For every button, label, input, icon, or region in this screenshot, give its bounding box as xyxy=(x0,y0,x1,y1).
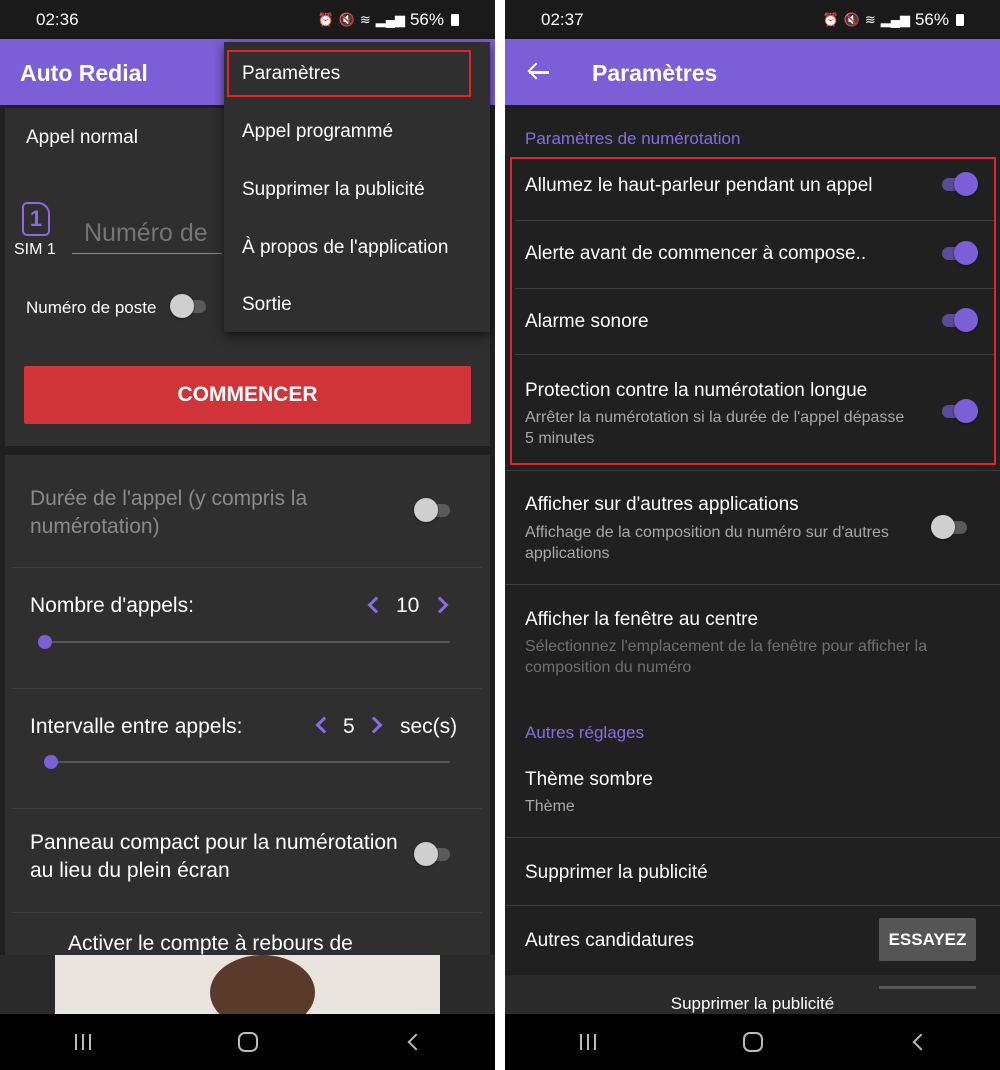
call-count-slider-thumb[interactable] xyxy=(38,635,52,649)
status-time: 02:37 xyxy=(541,10,584,29)
back-icon[interactable] xyxy=(383,1022,443,1062)
dark-theme-label[interactable]: Thème sombre xyxy=(525,769,653,791)
center-window-label: Afficher la fenêtre au centre xyxy=(525,609,759,630)
divider xyxy=(505,837,1000,838)
extension-label: Numéro de poste xyxy=(26,298,157,317)
interval-slider[interactable] xyxy=(50,761,450,763)
remove-ads-banner-label: Supprimer la publicité xyxy=(670,994,835,1013)
home-icon[interactable] xyxy=(723,1022,783,1062)
back-icon[interactable] xyxy=(888,1022,948,1062)
recent-apps-icon[interactable] xyxy=(558,1022,618,1062)
status-bar: 02:37 ⏰ 🔇 ≋ ▂▄▆ 56% xyxy=(505,0,1000,40)
signal-icon: ▂▄▆ xyxy=(375,12,405,27)
other-apps-label: Autres candidatures xyxy=(525,930,694,951)
divider xyxy=(505,470,1000,471)
call-count-slider[interactable] xyxy=(44,641,450,643)
overlay-toggle[interactable] xyxy=(931,515,971,539)
call-count-label: Nombre d'appels: xyxy=(30,594,194,617)
nav-bar xyxy=(0,1014,495,1070)
recent-apps-icon[interactable] xyxy=(53,1022,113,1062)
overlay-desc: Affichage de la composition du numéro su… xyxy=(525,524,889,562)
home-icon[interactable] xyxy=(218,1022,278,1062)
call-mode-label: Appel normal xyxy=(26,127,138,148)
app-title: Auto Redial xyxy=(20,60,148,86)
sim-label: SIM 1 xyxy=(14,241,56,258)
wifi-icon: ≋ xyxy=(864,12,876,27)
ad-image[interactable] xyxy=(55,955,440,1015)
dark-theme-desc: Thème xyxy=(525,798,575,815)
divider xyxy=(12,808,482,809)
battery-icon xyxy=(956,14,964,26)
wifi-icon: ≋ xyxy=(359,12,371,27)
sim-icon[interactable]: 1 xyxy=(22,202,50,236)
divider xyxy=(505,584,1000,585)
phone-number-input[interactable] xyxy=(72,214,222,254)
page-title: Paramètres xyxy=(592,60,718,86)
center-window-desc: Sélectionnez l'emplacement de la fenêtre… xyxy=(525,638,928,676)
back-arrow-icon[interactable] xyxy=(527,61,551,83)
alarm-icon: ⏰ xyxy=(317,12,334,27)
compact-panel-toggle[interactable] xyxy=(414,842,454,866)
menu-item-about[interactable]: À propos de l'application xyxy=(242,237,448,259)
extension-toggle[interactable] xyxy=(170,294,210,318)
call-duration-label: Durée de l'appel (y compris la numérotat… xyxy=(30,487,308,538)
section-dialing-settings: Paramètres de numérotation xyxy=(525,129,741,148)
menu-item-remove-ads[interactable]: Supprimer la publicité xyxy=(242,179,425,201)
menu-item-exit[interactable]: Sortie xyxy=(242,294,292,316)
call-count-value: 10 xyxy=(396,594,420,617)
start-button[interactable]: COMMENCER xyxy=(24,366,471,424)
right-screen: 02:37 ⏰ 🔇 ≋ ▂▄▆ 56% Paramètres Paramètre… xyxy=(505,0,1000,1070)
status-bar: 02:36 ⏰ 🔇 ≋ ▂▄▆ 56% xyxy=(0,0,495,40)
alarm-icon: ⏰ xyxy=(822,12,839,27)
section-other-settings: Autres réglages xyxy=(525,723,645,742)
mute-icon: 🔇 xyxy=(843,12,860,27)
sim-digit: 1 xyxy=(29,206,43,231)
interval-label: Intervalle entre appels: xyxy=(30,715,243,738)
signal-icon: ▂▄▆ xyxy=(880,12,910,27)
countdown-label: Activer le compte à rebours de xyxy=(68,932,353,955)
overlay-label: Afficher sur d'autres applications xyxy=(525,494,799,515)
divider xyxy=(12,567,482,568)
battery-percent: 56% xyxy=(914,10,949,29)
divider xyxy=(505,905,1000,906)
nav-bar xyxy=(505,1014,1000,1070)
interval-unit: sec(s) xyxy=(400,715,458,738)
battery-percent: 56% xyxy=(409,10,444,29)
highlight-box xyxy=(227,50,471,97)
ad-banner[interactable] xyxy=(0,955,495,1015)
compact-panel-label: Panneau compact pour la numérotation au … xyxy=(30,831,398,882)
divider xyxy=(12,912,482,913)
status-time: 02:36 xyxy=(36,10,79,29)
app-bar: Paramètres xyxy=(505,39,1000,105)
highlight-box xyxy=(510,157,996,465)
try-button[interactable]: ESSAYEZ xyxy=(879,918,976,961)
menu-item-scheduled-call[interactable]: Appel programmé xyxy=(242,121,393,143)
left-screen: 02:36 ⏰ 🔇 ≋ ▂▄▆ 56% Auto Redial Appel no… xyxy=(0,0,495,1070)
call-duration-toggle[interactable] xyxy=(414,498,454,522)
divider xyxy=(12,688,482,689)
interval-value: 5 xyxy=(343,715,355,738)
remove-ads-item[interactable]: Supprimer la publicité xyxy=(525,862,708,884)
battery-icon xyxy=(451,14,459,26)
remove-ads-banner[interactable]: Supprimer la publicité xyxy=(505,975,1000,1015)
interval-slider-thumb[interactable] xyxy=(44,755,58,769)
mute-icon: 🔇 xyxy=(338,12,355,27)
